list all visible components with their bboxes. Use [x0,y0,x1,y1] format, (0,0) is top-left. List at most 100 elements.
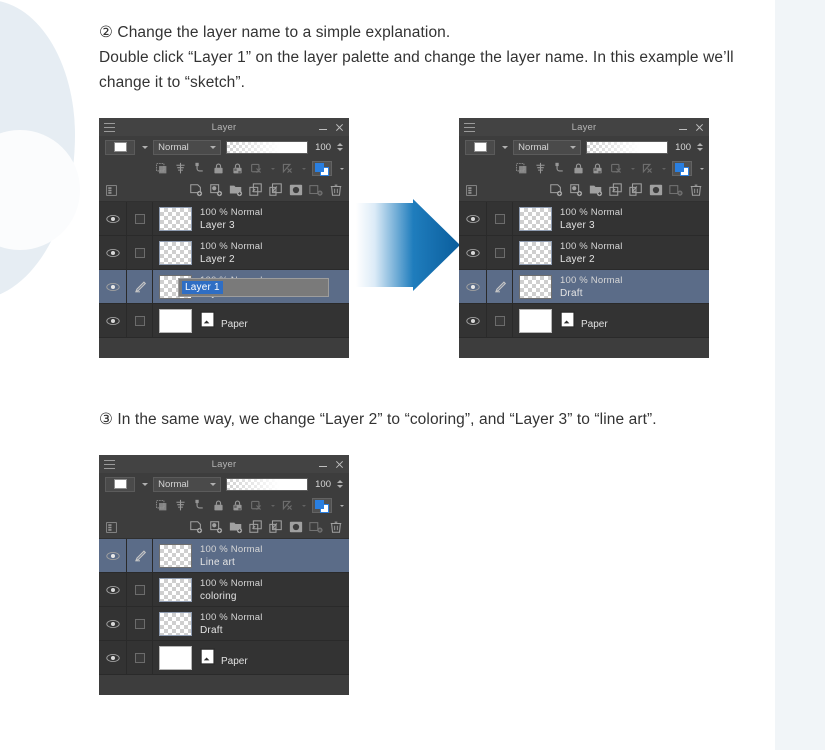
layer-edit-indicator[interactable] [127,539,153,572]
close-icon[interactable] [335,460,344,469]
merge-down-icon[interactable] [269,520,283,534]
mask-disable-icon[interactable] [281,499,294,512]
ruler-lock-icon[interactable] [193,499,206,512]
layer-edit-toggle[interactable] [487,202,513,235]
layer-thumbnail[interactable] [519,240,552,265]
close-icon[interactable] [335,123,344,132]
lock-layer-icon[interactable] [212,162,225,175]
draw-color-chevron-down-icon[interactable] [340,504,344,507]
lock-transparency-icon[interactable] [591,162,604,175]
layer-edit-toggle[interactable] [127,641,153,674]
ruler-lock-icon[interactable] [193,162,206,175]
layer-row[interactable]: Paper [459,304,709,338]
layer-palette-final[interactable]: Layer Normal 100 100 % Normal Line art 1… [99,455,349,695]
mask-disable-icon[interactable] [641,162,654,175]
minimize-icon[interactable] [679,128,687,130]
delete-layer-icon[interactable] [329,520,343,534]
lock-transparency-icon[interactable] [231,499,244,512]
mask-apply-icon[interactable] [534,162,547,175]
layer-name[interactable]: Layer 3 [200,220,263,231]
layer-color-combo[interactable] [105,476,136,492]
layer-visibility-toggle[interactable] [459,270,487,303]
layer-visibility-toggle[interactable] [99,607,127,640]
layer-row[interactable]: 100 % Normal Draft [99,607,349,641]
blend-mode-select[interactable]: Normal [153,476,222,492]
transfer-down-icon[interactable] [249,183,263,197]
new-tone-layer-icon[interactable] [569,183,583,197]
draw-color-chevron-down-icon[interactable] [340,167,344,170]
mask-enable-icon[interactable] [250,162,263,175]
layer-row[interactable]: 100 % Normal Layer 3 [99,202,349,236]
clip-to-layer-below-icon[interactable] [155,499,168,512]
blend-mode-select[interactable]: Normal [153,139,222,155]
mask-apply-icon[interactable] [174,499,187,512]
transfer-down-icon[interactable] [249,520,263,534]
layer-name[interactable]: Layer 2 [200,254,263,265]
draw-color-swatch-icon[interactable] [312,498,332,513]
layer-visibility-toggle[interactable] [459,202,487,235]
new-raster-layer-icon[interactable] [189,183,203,197]
blend-mode-select[interactable]: Normal [513,139,582,155]
layer-row[interactable]: 100 % Normal Layer 2 [99,236,349,270]
layer-name[interactable]: coloring [200,591,263,602]
layer-row[interactable]: 100 % Normal Layer 2 [459,236,709,270]
paper-thumbnail[interactable] [519,308,552,333]
opacity-stepper[interactable] [337,480,343,488]
layer-visibility-toggle[interactable] [99,539,127,572]
palette-menu-icon[interactable] [105,184,118,197]
new-tone-layer-icon[interactable] [209,183,223,197]
opacity-slider[interactable] [586,140,669,154]
mask-enable-icon[interactable] [250,499,263,512]
layer-row-selected[interactable]: 100 % Normal Draft [459,270,709,304]
layer-edit-toggle[interactable] [127,607,153,640]
layer-edit-toggle[interactable] [487,236,513,269]
link-layers-icon[interactable] [669,183,683,197]
layer-list[interactable]: 100 % Normal Layer 3 100 % Normal Layer … [99,202,349,352]
layer-row[interactable]: Paper [99,304,349,338]
layer-color-combo[interactable] [465,139,496,155]
layer-edit-toggle[interactable] [127,202,153,235]
layer-row-selected[interactable]: 100 % Normal Layer 1 Layer 1 [99,270,349,304]
mask-enable-chevron-down-icon[interactable] [271,167,275,170]
lock-layer-icon[interactable] [212,499,225,512]
layer-color-chevron-down-icon[interactable] [142,145,149,149]
mask-enable-chevron-down-icon[interactable] [631,167,635,170]
layer-edit-toggle[interactable] [127,236,153,269]
paper-thumbnail[interactable] [159,308,192,333]
layer-thumbnail[interactable] [519,274,552,299]
layer-visibility-toggle[interactable] [99,573,127,606]
layer-visibility-toggle[interactable] [99,202,127,235]
new-folder-icon[interactable] [229,183,243,197]
link-layers-icon[interactable] [309,183,323,197]
layer-name[interactable]: Layer 3 [560,220,623,231]
close-icon[interactable] [695,123,704,132]
delete-layer-icon[interactable] [329,183,343,197]
layer-edit-toggle[interactable] [487,304,513,337]
layer-list[interactable]: 100 % Normal Layer 3 100 % Normal Layer … [459,202,709,352]
new-raster-layer-icon[interactable] [549,183,563,197]
layer-mask-icon[interactable] [289,183,303,197]
layer-name[interactable]: Layer 2 [560,254,623,265]
clip-to-layer-below-icon[interactable] [155,162,168,175]
layer-visibility-toggle[interactable] [99,304,127,337]
palette-menu-icon[interactable] [465,184,478,197]
layer-name[interactable]: Line art [200,557,263,568]
layer-row[interactable]: 100 % Normal coloring [99,573,349,607]
layer-mask-icon[interactable] [649,183,663,197]
lock-transparency-icon[interactable] [231,162,244,175]
new-raster-layer-icon[interactable] [189,520,203,534]
mask-apply-icon[interactable] [174,162,187,175]
new-folder-icon[interactable] [229,520,243,534]
layer-visibility-toggle[interactable] [459,236,487,269]
draw-color-swatch-icon[interactable] [672,161,692,176]
layer-thumbnail[interactable] [519,206,552,231]
layer-row[interactable]: 100 % Normal Layer 3 [459,202,709,236]
layer-row-selected[interactable]: 100 % Normal Line art [99,539,349,573]
layer-list[interactable]: 100 % Normal Line art 100 % Normal color… [99,539,349,689]
palette-menu-icon[interactable] [105,521,118,534]
layer-edit-toggle[interactable] [127,573,153,606]
minimize-icon[interactable] [319,465,327,467]
paper-thumbnail[interactable] [159,645,192,670]
layer-palette-before[interactable]: Layer Normal 100 100 % Normal Layer 3 10… [99,118,349,358]
lock-layer-icon[interactable] [572,162,585,175]
